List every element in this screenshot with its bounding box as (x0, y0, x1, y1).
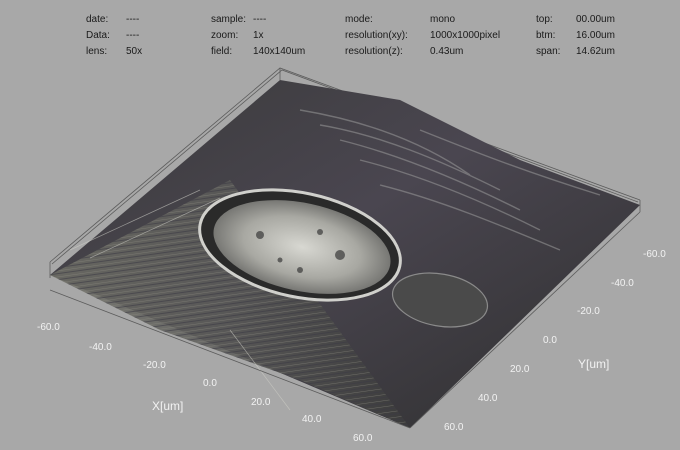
y-tick-label: 0.0 (543, 335, 557, 346)
x-tick-label: 0.0 (203, 378, 217, 389)
y-tick-label: 40.0 (478, 393, 498, 404)
y-tick-label: -40.0 (611, 278, 634, 289)
x-tick-label: -60.0 (37, 322, 60, 333)
y-tick-label: -20.0 (577, 306, 600, 317)
y-axis-title: Y[um] (578, 357, 609, 371)
y-tick-label: 60.0 (444, 422, 464, 433)
y-tick-label: -60.0 (643, 249, 666, 260)
x-tick-label: -20.0 (143, 360, 166, 371)
x-tick-label: -40.0 (89, 342, 112, 353)
x-tick-label: 40.0 (302, 414, 322, 425)
y-tick-label: 20.0 (510, 364, 530, 375)
x-axis-title: X[um] (152, 399, 183, 413)
height-map-surface (50, 80, 640, 428)
x-tick-label: 60.0 (353, 433, 373, 444)
surface-3d-view[interactable]: -60.0 -40.0 -20.0 0.0 20.0 40.0 60.0 X[u… (0, 0, 680, 450)
x-tick-label: 20.0 (251, 397, 271, 408)
